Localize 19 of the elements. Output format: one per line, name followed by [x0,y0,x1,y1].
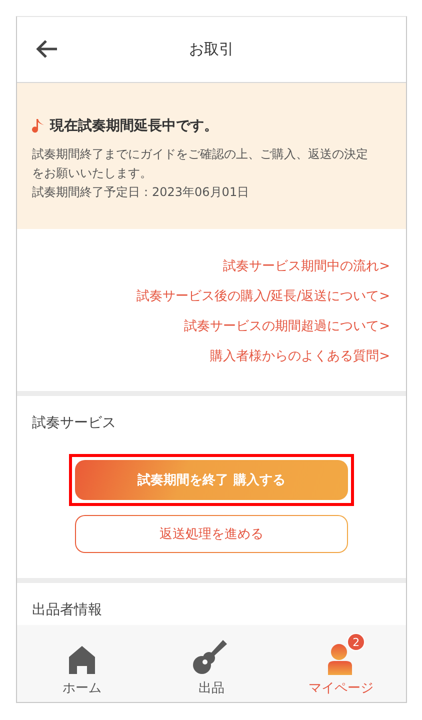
purchase-button[interactable]: 試奏期間を終了 購入する [75,460,348,500]
tab-item[interactable]: 2 マイページ [286,633,396,697]
home-icon [68,645,96,675]
end-date-text: 試奏期間終了予定日：2023年06月01日 [32,184,250,201]
notice-text: 試奏期間終了までにガイドをご確認の上、ご購入、返送の決定をお願いいたします。 [32,146,369,182]
guide-link[interactable]: 試奏サービスの期間超過について> [184,318,390,336]
guide-link[interactable]: 試奏サービス後の購入/延長/返送について> [136,288,390,306]
tab-item[interactable]: ホーム [26,633,137,697]
notice-title: 現在試奏期間延長中です。 [50,117,218,135]
section-title: 試奏サービス [32,414,117,432]
guide-link[interactable]: 試奏サービス期間中の流れ> [223,258,390,276]
music-note-icon [32,118,46,134]
guide-link[interactable]: 購入者様からのよくある質問> [210,348,390,366]
tab-item[interactable]: 出品 [156,633,266,697]
page-title: お取引 [189,40,234,59]
back-arrow-icon[interactable] [35,39,59,59]
return-button[interactable]: 返送処理を進める [75,515,348,553]
notification-badge: 2 [347,633,366,651]
section-title: 出品者情報 [32,601,103,619]
